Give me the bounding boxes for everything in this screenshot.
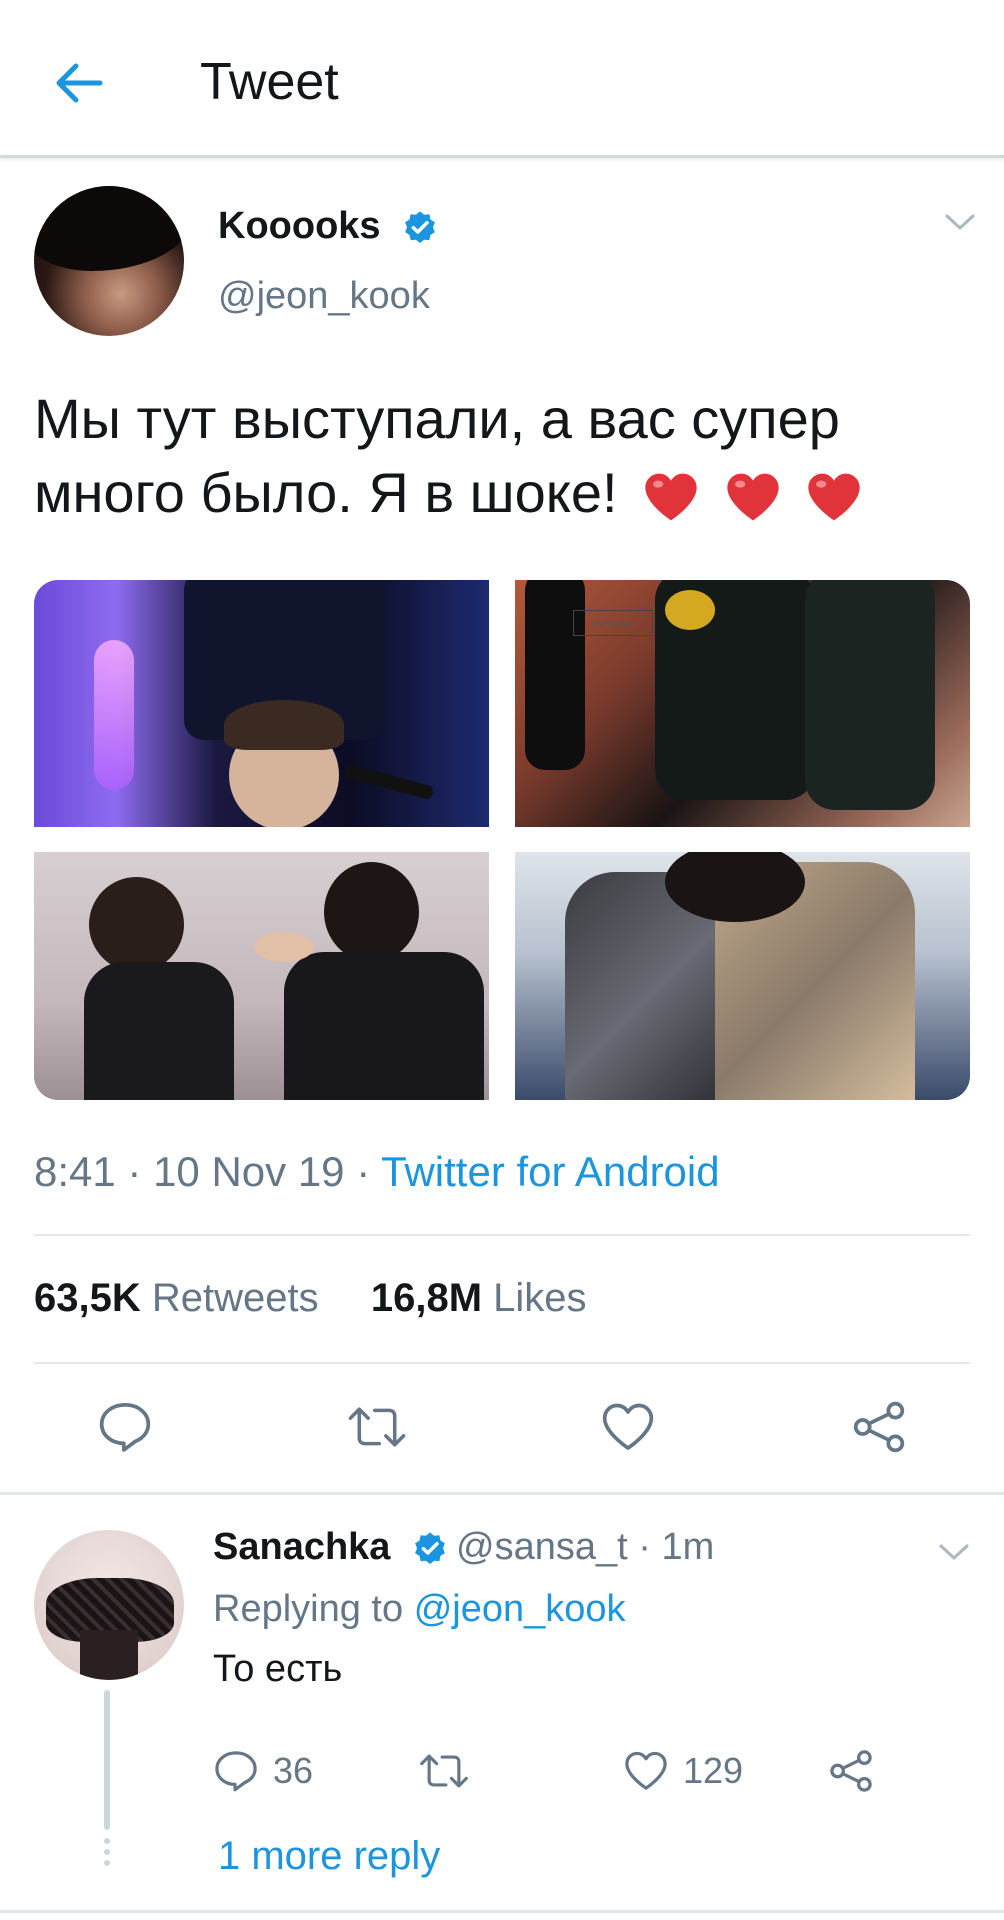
more-replies-link[interactable]: 1 more reply (218, 1834, 440, 1879)
back-button[interactable] (44, 48, 114, 118)
reply-button[interactable] (90, 1392, 160, 1462)
replying-to-mention[interactable]: @jeon_kook (414, 1588, 626, 1630)
tweet-photo-1[interactable] (34, 580, 489, 827)
section-divider (0, 1910, 1004, 1913)
reply-author-avatar[interactable] (34, 1530, 184, 1680)
top-bar: Tweet (0, 0, 1004, 158)
reply-icon (99, 1402, 151, 1452)
retweets-stat[interactable]: 63,5K Retweets (34, 1276, 319, 1320)
reply-like-button[interactable]: 129 (623, 1745, 743, 1797)
tweet-meta: 8:41 · 10 Nov 19 · Twitter for Android (34, 1148, 720, 1195)
reply-author-handle[interactable]: @sansa_t (456, 1526, 628, 1568)
reply-time: 1m (661, 1526, 715, 1568)
arrow-left-icon (56, 63, 103, 103)
reply-like-count: 129 (683, 1750, 744, 1791)
reply-retweet-button[interactable] (418, 1745, 484, 1797)
retweet-button[interactable] (342, 1392, 412, 1462)
heart-emoji-icon (645, 473, 697, 521)
tweet-photo-4[interactable] (515, 852, 970, 1100)
section-divider (0, 1492, 1004, 1495)
likes-stat[interactable]: 16,8M Likes (371, 1276, 587, 1320)
reply-icon (215, 1751, 257, 1792)
reply-reply-count: 36 (273, 1750, 314, 1791)
reply-share-button[interactable] (828, 1745, 874, 1797)
divider (34, 1362, 970, 1364)
tweet-source-link[interactable]: Twitter for Android (381, 1148, 719, 1195)
reply-options-button[interactable] (938, 1542, 970, 1567)
share-icon (830, 1750, 872, 1792)
retweet-icon (420, 1754, 468, 1788)
share-button[interactable] (844, 1392, 914, 1462)
author-avatar[interactable] (34, 186, 184, 336)
verified-badge-icon (415, 1532, 445, 1565)
photo-watermark: SMYfallen (573, 610, 653, 636)
chevron-down-icon (945, 214, 975, 230)
heart-emoji-icon (808, 473, 860, 521)
thread-line (104, 1690, 110, 1830)
author-name-text: Kooooks (218, 205, 381, 247)
author-name[interactable]: Kooooks (218, 205, 439, 248)
tweet-time: 8:41 (34, 1148, 116, 1195)
like-icon (602, 1403, 654, 1450)
page-title: Tweet (200, 53, 339, 111)
reply-handle-time: @sansa_t · 1m (456, 1526, 715, 1568)
tweet-photo-2[interactable]: SMYfallen (515, 580, 970, 827)
replying-to: Replying to @jeon_kook (213, 1588, 626, 1630)
tweet-body: Мы тут выступали, а вас супер много было… (34, 387, 840, 524)
tweet-date: 10 Nov 19 (153, 1148, 345, 1195)
reply-reply-button[interactable]: 36 (213, 1745, 313, 1797)
tweet-options-button[interactable] (944, 212, 976, 237)
divider (34, 1234, 970, 1236)
reply-author-name[interactable]: Sanachka (213, 1526, 449, 1569)
author-handle[interactable]: @jeon_kook (218, 275, 430, 318)
share-icon (853, 1401, 905, 1453)
heart-emoji-icon (727, 473, 779, 521)
thread-dots (104, 1838, 110, 1871)
reply-text: То есть (213, 1648, 343, 1690)
tweet-photo-3[interactable] (34, 852, 489, 1100)
like-button[interactable] (593, 1392, 663, 1462)
tweet-text: Мы тут выступали, а вас супер много было… (34, 382, 974, 530)
tweet-stats: 63,5K Retweets 16,8M Likes (34, 1276, 587, 1321)
like-icon (625, 1751, 667, 1790)
retweet-icon (348, 1407, 406, 1447)
chevron-down-icon (939, 1544, 969, 1560)
verified-badge-icon (405, 211, 436, 244)
